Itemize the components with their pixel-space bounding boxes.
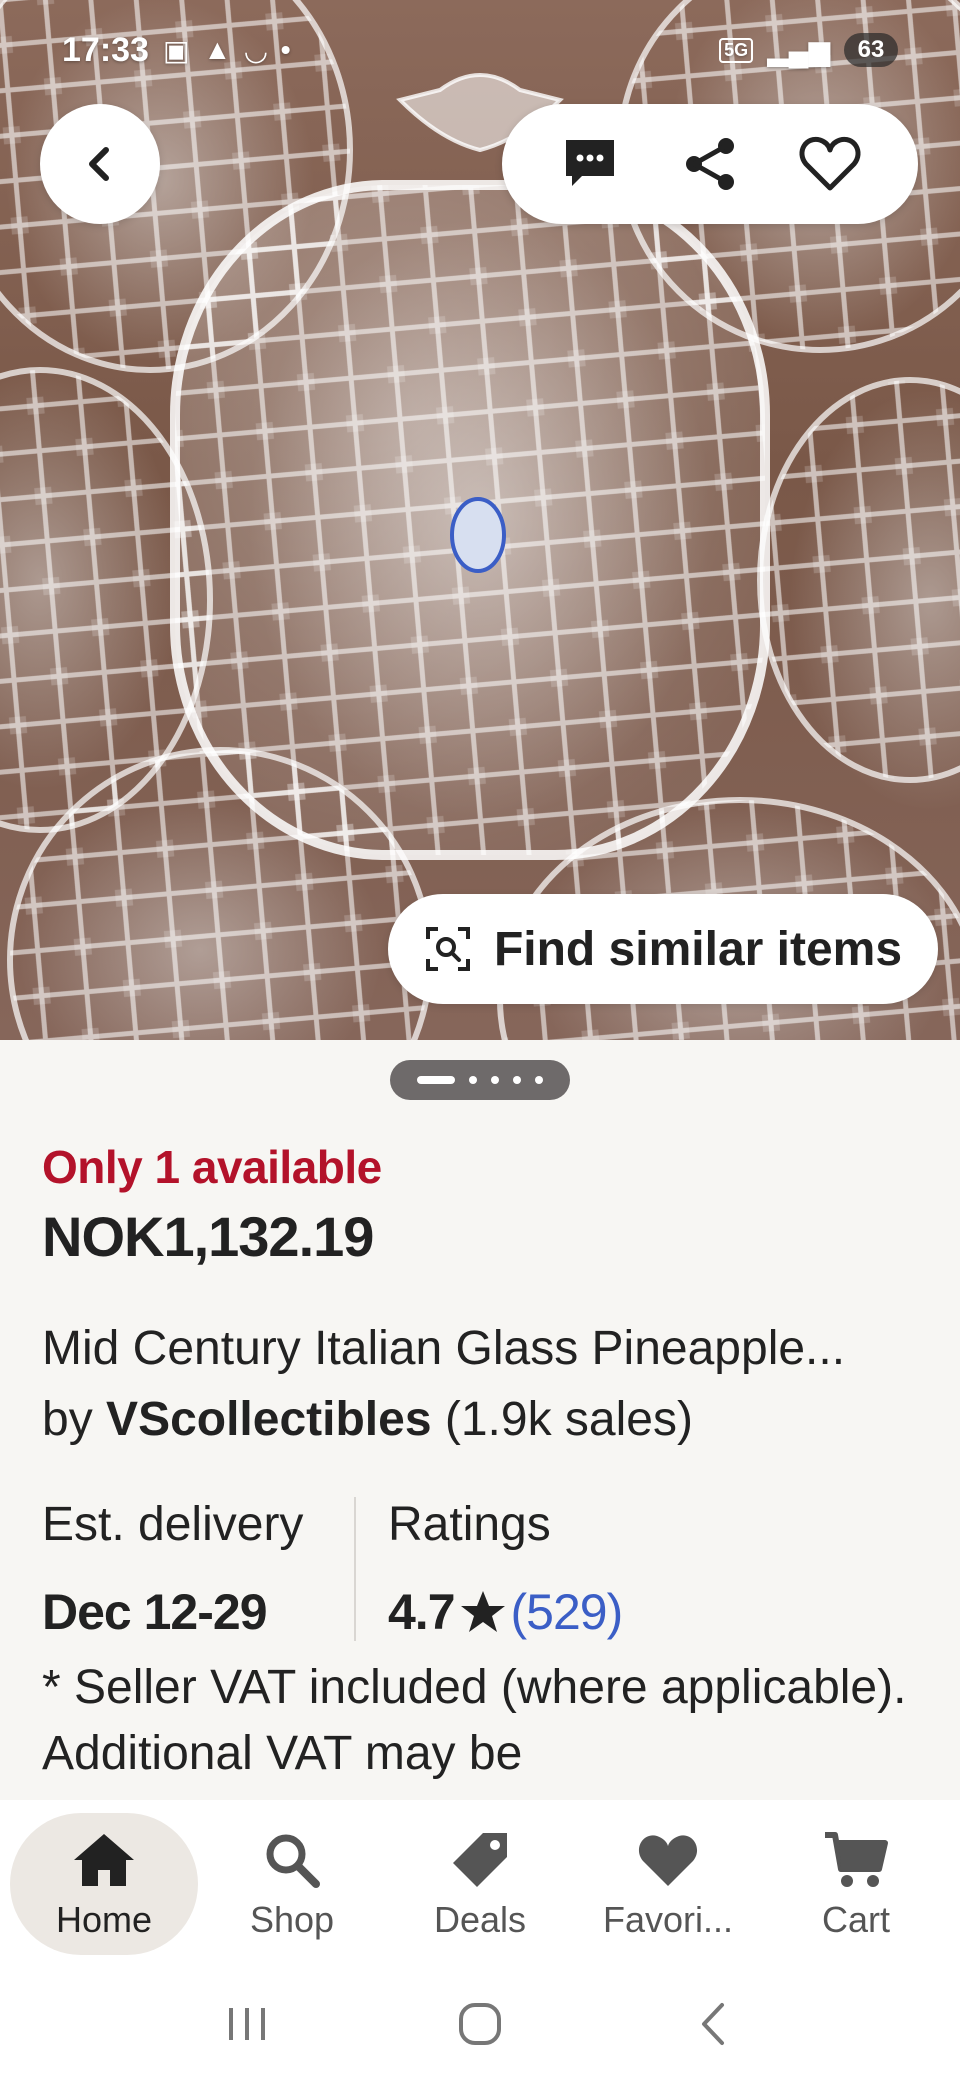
nav-home[interactable]: Home xyxy=(10,1813,198,1955)
nav-shop[interactable]: Shop xyxy=(198,1813,386,1955)
home-circle-icon xyxy=(458,2003,501,2045)
seller-line: by VScollectibles (1.9k sales) xyxy=(42,1392,922,1447)
vat-note: * Seller VAT included (where applicable)… xyxy=(42,1661,907,1780)
favorite-button[interactable] xyxy=(790,124,870,204)
back-arrow-icon xyxy=(702,2003,725,2045)
carousel-dot xyxy=(417,1076,455,1084)
rating-score: 4.7 xyxy=(388,1584,456,1640)
chevron-left-icon xyxy=(89,147,109,181)
visual-search-icon xyxy=(425,927,470,971)
ratings-label: Ratings xyxy=(388,1498,551,1551)
heart-outline-icon xyxy=(799,136,861,191)
system-back-button[interactable] xyxy=(673,1994,753,2054)
carousel-dot xyxy=(513,1076,521,1084)
network-type: 5G xyxy=(719,37,754,63)
home-system-button[interactable] xyxy=(440,1994,520,2054)
tag-icon xyxy=(453,1833,507,1887)
find-similar-button[interactable]: Find similar items xyxy=(388,894,938,1004)
nav-deals-label: Deals xyxy=(433,1899,527,1940)
nav-deals[interactable]: Deals xyxy=(386,1813,574,1955)
share-button[interactable] xyxy=(670,124,750,204)
recent-apps-button[interactable] xyxy=(207,1994,287,2054)
back-button[interactable] xyxy=(40,104,160,224)
bottom-nav: Home Shop Deals Favori... Cart xyxy=(0,1800,960,1968)
carousel-dot xyxy=(469,1076,477,1084)
price: NOK1,132.19 xyxy=(42,1205,374,1268)
delivery-ratings-row: Est. delivery Dec 12-29 Ratings 4.7 (529… xyxy=(42,1497,922,1641)
delivery-label: Est. delivery xyxy=(42,1498,304,1551)
status-bar: 17:33 ▣ ▲ ◡ • 5G ▂▄▆ 63 xyxy=(0,0,960,100)
nav-favorites[interactable]: Favori... xyxy=(574,1813,762,1955)
battery-level: 63 xyxy=(844,33,898,67)
search-icon xyxy=(266,1834,320,1888)
status-time: 17:33 xyxy=(62,30,149,69)
recent-apps-icon xyxy=(228,2008,265,2040)
listing-details: Only 1 available NOK1,132.19 Mid Century… xyxy=(42,1140,922,1787)
rating-count-link[interactable]: (529) xyxy=(511,1583,624,1641)
message-seller-button[interactable] xyxy=(550,124,630,204)
home-icon xyxy=(74,1834,134,1886)
product-image[interactable]: 17:33 ▣ ▲ ◡ • 5G ▂▄▆ 63 Find similar ite… xyxy=(0,0,960,1040)
heart-icon xyxy=(638,1835,698,1886)
nav-cart-label: Cart xyxy=(821,1899,890,1940)
system-navigation-bar xyxy=(0,1968,960,2080)
listing-title[interactable]: Mid Century Italian Glass Pineapple... xyxy=(42,1321,922,1376)
smile-icon: ◡ xyxy=(245,34,267,66)
warning-icon: ▲ xyxy=(203,34,232,65)
listing-actions xyxy=(502,104,918,224)
carousel-dot xyxy=(535,1076,543,1084)
ratings-info[interactable]: Ratings 4.7 (529) xyxy=(356,1497,624,1641)
share-icon xyxy=(686,138,734,190)
ratings-value: 4.7 (529) xyxy=(388,1583,624,1641)
image-carousel-indicator[interactable] xyxy=(390,1060,570,1100)
dot-icon: • xyxy=(280,34,291,65)
delivery-info: Est. delivery Dec 12-29 xyxy=(42,1497,356,1641)
cart-icon xyxy=(825,1832,888,1887)
shop-name-link[interactable]: VScollectibles xyxy=(106,1393,431,1446)
signal-icon: ▂▄▆ xyxy=(767,34,830,66)
find-similar-label: Find similar items xyxy=(493,922,903,976)
by-prefix: by xyxy=(42,1393,93,1446)
sales-count: (1.9k sales) xyxy=(444,1393,693,1446)
nav-cart[interactable]: Cart xyxy=(762,1813,950,1955)
message-icon xyxy=(566,140,614,186)
star-icon xyxy=(460,1591,505,1632)
nav-shop-label: Shop xyxy=(249,1899,335,1940)
availability-text: Only 1 available xyxy=(42,1141,382,1193)
nav-home-label: Home xyxy=(55,1899,153,1940)
screenshot-icon: ▣ xyxy=(162,34,190,66)
carousel-dot xyxy=(491,1076,499,1084)
delivery-value: Dec 12-29 xyxy=(42,1584,268,1640)
nav-favorites-label: Favori... xyxy=(602,1899,734,1940)
